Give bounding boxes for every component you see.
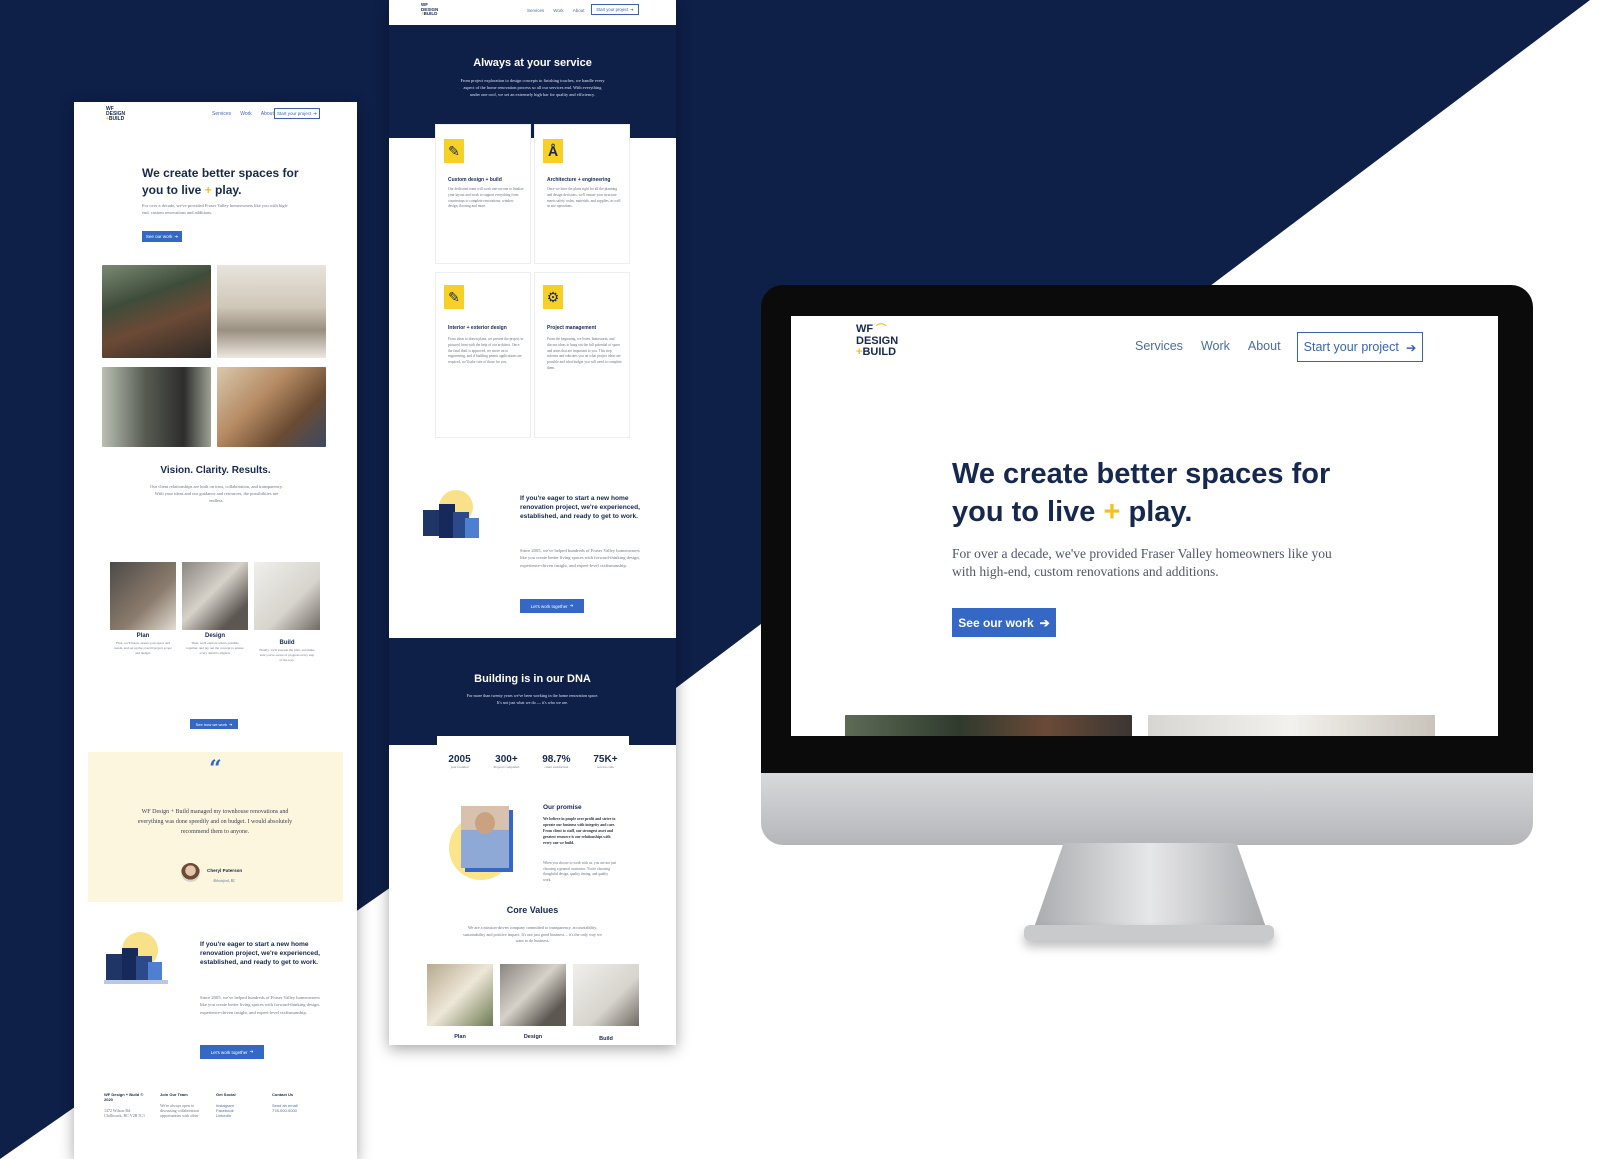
hero-title: We create better spaces for you to live … <box>142 166 299 197</box>
arrow-right-icon: ➔ <box>1039 615 1050 630</box>
nav-services[interactable]: Services <box>527 8 544 13</box>
arrow-right-icon: ➔ <box>249 1049 254 1054</box>
promise-portrait <box>449 802 515 894</box>
dining-room-photo <box>217 367 326 447</box>
see-our-work-button[interactable]: See our work ➔ <box>952 608 1056 637</box>
nav-work[interactable]: Work <box>1201 339 1230 353</box>
nav-about[interactable]: About <box>261 111 274 117</box>
pencil-ruler-icon: ✎ <box>444 139 464 163</box>
service-card: ⚙ Project management From the beginning,… <box>534 272 630 438</box>
eager-body: Since 2005, we've helped hundreds of Fra… <box>520 548 640 568</box>
kitchen-photo <box>217 265 326 358</box>
porch-photo <box>845 715 1132 736</box>
porch-photo <box>102 265 211 358</box>
arrow-right-icon: ➔ <box>1405 340 1417 355</box>
eager-title: If you're eager to start a new home reno… <box>520 495 640 521</box>
testimonial-section: “ WF Design + Build managed my townhouse… <box>88 752 343 902</box>
logo[interactable]: WF DESIGN +BUILD <box>421 2 438 17</box>
start-project-button[interactable]: Start your project ➔ <box>274 108 320 119</box>
stat-item: 98.7% client satisfaction <box>542 754 571 769</box>
service-card: Å Architecture + engineering Once we hav… <box>534 124 630 264</box>
arrow-right-icon: ➔ <box>313 110 318 116</box>
arc-icon: ⌒ <box>876 324 887 335</box>
step-card-design: Design Then, we'll explore what's possib… <box>182 562 248 665</box>
dna-band <box>389 638 676 745</box>
stats-card: 2005 year founded 300+ Projects complete… <box>437 736 629 778</box>
eager-title: If you're eager to start a new home reno… <box>200 941 320 967</box>
hero-body: For over a decade, we've provided Fraser… <box>142 203 289 215</box>
nav-services[interactable]: Services <box>1135 339 1183 353</box>
monitor-foot <box>1024 925 1274 941</box>
lets-work-together-button[interactable]: Let's work together ➔ <box>520 599 584 613</box>
step-card-plan: Plan First, we'll listen, assess your sp… <box>110 562 176 665</box>
linkedin-link[interactable]: LinkedIn <box>216 1113 258 1118</box>
houses-illustration <box>421 490 483 542</box>
stat-item: 300+ Projects completed <box>493 754 520 769</box>
step-card-build: Build Finally, we'll execute the plan, a… <box>254 562 320 665</box>
avatar <box>181 863 200 882</box>
value-card: Build <box>573 964 639 1042</box>
arrow-right-icon: ➔ <box>229 721 233 727</box>
see-our-work-button[interactable]: See our work ➔ <box>142 231 182 242</box>
values-title: Core Values <box>506 905 559 915</box>
promise-title: Our promise <box>543 804 582 811</box>
author-name: Cheryl Paterson <box>207 868 243 873</box>
values-body: We are a mission-driven company committe… <box>463 925 602 944</box>
houses-illustration <box>104 932 168 986</box>
monitor-screen: WF ⌒ DESIGN +BUILD Services Work About S… <box>791 316 1498 736</box>
gears-icon: ⚙ <box>543 285 563 309</box>
services-page-mockup: WF DESIGN +BUILD Services Work About Sta… <box>389 0 676 1045</box>
arrow-right-icon: ➔ <box>174 233 179 239</box>
kitchen-photo <box>1148 715 1435 736</box>
nav-about[interactable]: About <box>573 8 585 13</box>
nav-services[interactable]: Services <box>212 111 231 117</box>
hero-body: For over a decade, we've provided Fraser… <box>952 546 1332 580</box>
pencil-ruler-icon: ✎ <box>444 285 464 309</box>
build-photo <box>573 964 639 1026</box>
compass-icon: Å <box>543 139 563 163</box>
promise-body-2: When you choose to work with us, you are… <box>543 861 617 882</box>
stat-item: 2005 year founded <box>448 754 471 769</box>
logo[interactable]: WF DESIGN +BUILD <box>106 107 125 122</box>
stat-item: 75K+ service calls <box>593 754 618 769</box>
vision-body: Our client relationships are built on tr… <box>150 484 283 504</box>
quote-text: WF Design + Build managed my townhouse r… <box>137 809 293 836</box>
value-card: Plan <box>427 964 493 1042</box>
author-location: Abbotsford, BC <box>213 879 236 883</box>
see-how-we-work-button[interactable]: See how we work ➔ <box>190 719 238 729</box>
value-card: Design <box>500 964 566 1042</box>
nav-work[interactable]: Work <box>553 8 563 13</box>
plan-photo <box>427 964 493 1026</box>
start-project-button[interactable]: Start your project ➔ <box>1297 332 1423 362</box>
footer: WF Design + Build © 2020 1472 Wilson Rd.… <box>104 1092 344 1118</box>
dna-body: For more than twenty years we've been wo… <box>466 693 599 705</box>
logo[interactable]: WF ⌒ DESIGN +BUILD <box>856 323 898 359</box>
nav-about[interactable]: About <box>1248 339 1281 353</box>
promise-body: We believe in people over profit and str… <box>543 817 616 845</box>
vision-title: Vision. Clarity. Results. <box>160 465 271 476</box>
hero-title: We create better spaces for you to live … <box>952 458 1331 528</box>
design-photo <box>182 562 248 630</box>
start-project-button[interactable]: Start your project ➔ <box>591 4 639 15</box>
eager-body: Since 2005, we've helped hundreds of Fra… <box>200 995 320 1015</box>
phone-link[interactable]: 778-000-0000 <box>272 1108 314 1113</box>
quote-icon: “ <box>209 756 222 782</box>
arrow-right-icon: ➔ <box>630 7 634 12</box>
nav-work[interactable]: Work <box>240 111 252 117</box>
lets-work-together-button[interactable]: Let's work together ➔ <box>200 1045 264 1059</box>
dna-title: Building is in our DNA <box>474 673 591 685</box>
arrow-right-icon: ➔ <box>569 603 574 608</box>
monitor-chin <box>761 773 1533 845</box>
service-card: ✎ Interior + exterior design From ideas … <box>435 272 531 438</box>
build-photo <box>254 562 320 630</box>
design-photo <box>500 964 566 1026</box>
service-card: ✎ Custom design + build Our dedicated te… <box>435 124 531 264</box>
living-room-photo <box>102 367 211 447</box>
home-page-mockup: WF DESIGN +BUILD Services Work About Sta… <box>74 102 357 1159</box>
services-intro: From project exploration to design conce… <box>460 78 605 98</box>
services-title: Always at your service <box>473 57 592 69</box>
plan-photo <box>110 562 176 630</box>
